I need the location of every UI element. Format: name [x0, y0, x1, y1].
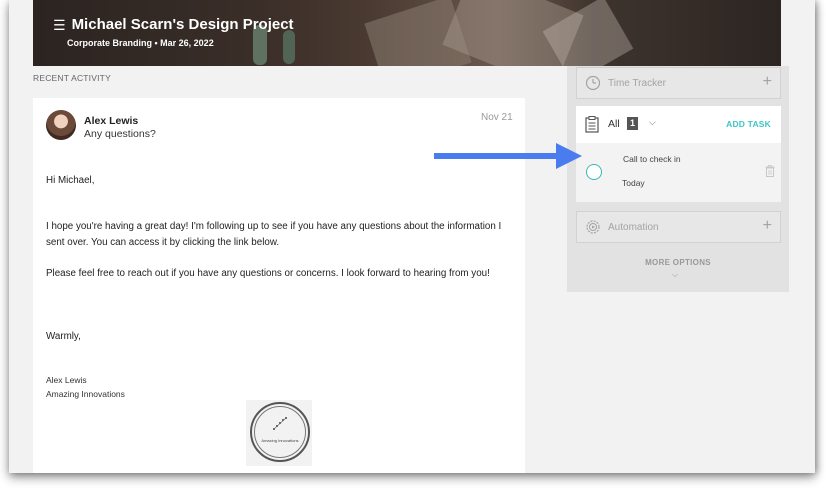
task-count-badge: 1: [627, 117, 638, 130]
time-tracker-label: Time Tracker: [608, 78, 666, 89]
task-complete-checkbox[interactable]: [586, 164, 602, 180]
project-subtitle: Corporate Branding • Mar 26, 2022: [67, 38, 214, 48]
recent-activity-label: RECENT ACTIVITY: [33, 73, 111, 83]
message-greeting: Hi Michael,: [46, 175, 95, 186]
message-closing: Warmly,: [46, 331, 81, 342]
task-item[interactable]: Call to check in Today: [576, 143, 781, 202]
project-title: Michael Scarn's Design Project: [71, 16, 294, 33]
automation-label: Automation: [608, 222, 659, 233]
task-filter-label[interactable]: All: [608, 118, 620, 130]
clipboard-checklist-icon: [585, 116, 599, 133]
annotation-arrow-icon: [434, 143, 582, 169]
add-task-button[interactable]: ADD TASK: [726, 119, 771, 129]
sender-name: Alex Lewis: [84, 115, 139, 127]
clock-icon: [585, 75, 601, 91]
signature-company: Amazing Innovations: [46, 389, 125, 399]
add-time-plus-icon[interactable]: +: [763, 73, 772, 91]
task-name: Call to check in: [623, 154, 681, 164]
more-options-chevron-down-icon[interactable]: ⌵: [672, 270, 678, 280]
company-logo: Amazing Innovations: [246, 400, 312, 466]
tasks-card: All 1 ⌵ ADD TASK Call to check in Today: [576, 106, 781, 202]
hamburger-menu-icon[interactable]: ☰: [53, 18, 66, 32]
trash-icon[interactable]: [765, 165, 775, 177]
automation-row[interactable]: Automation +: [576, 211, 781, 243]
add-automation-plus-icon[interactable]: +: [763, 217, 772, 235]
message-date: Nov 21: [481, 112, 513, 123]
sender-avatar: [46, 110, 76, 140]
filter-chevron-down-icon[interactable]: ⌵: [649, 117, 656, 128]
time-tracker-row[interactable]: Time Tracker +: [576, 67, 781, 99]
task-due-date: Today: [622, 178, 645, 188]
logo-text: Amazing Innovations: [261, 438, 299, 443]
message-subject: Any questions?: [84, 128, 156, 140]
message-paragraph-2: Please feel free to reach out if you hav…: [46, 268, 490, 279]
project-header-banner: ☰ Michael Scarn's Design Project Corpora…: [33, 0, 781, 66]
more-options-button[interactable]: MORE OPTIONS: [567, 258, 789, 267]
automation-gear-icon: [586, 220, 600, 234]
signature-name: Alex Lewis: [46, 375, 87, 385]
message-paragraph-1: I hope you're having a great day! I'm fo…: [46, 221, 502, 248]
logo-mark-icon: [273, 417, 287, 430]
